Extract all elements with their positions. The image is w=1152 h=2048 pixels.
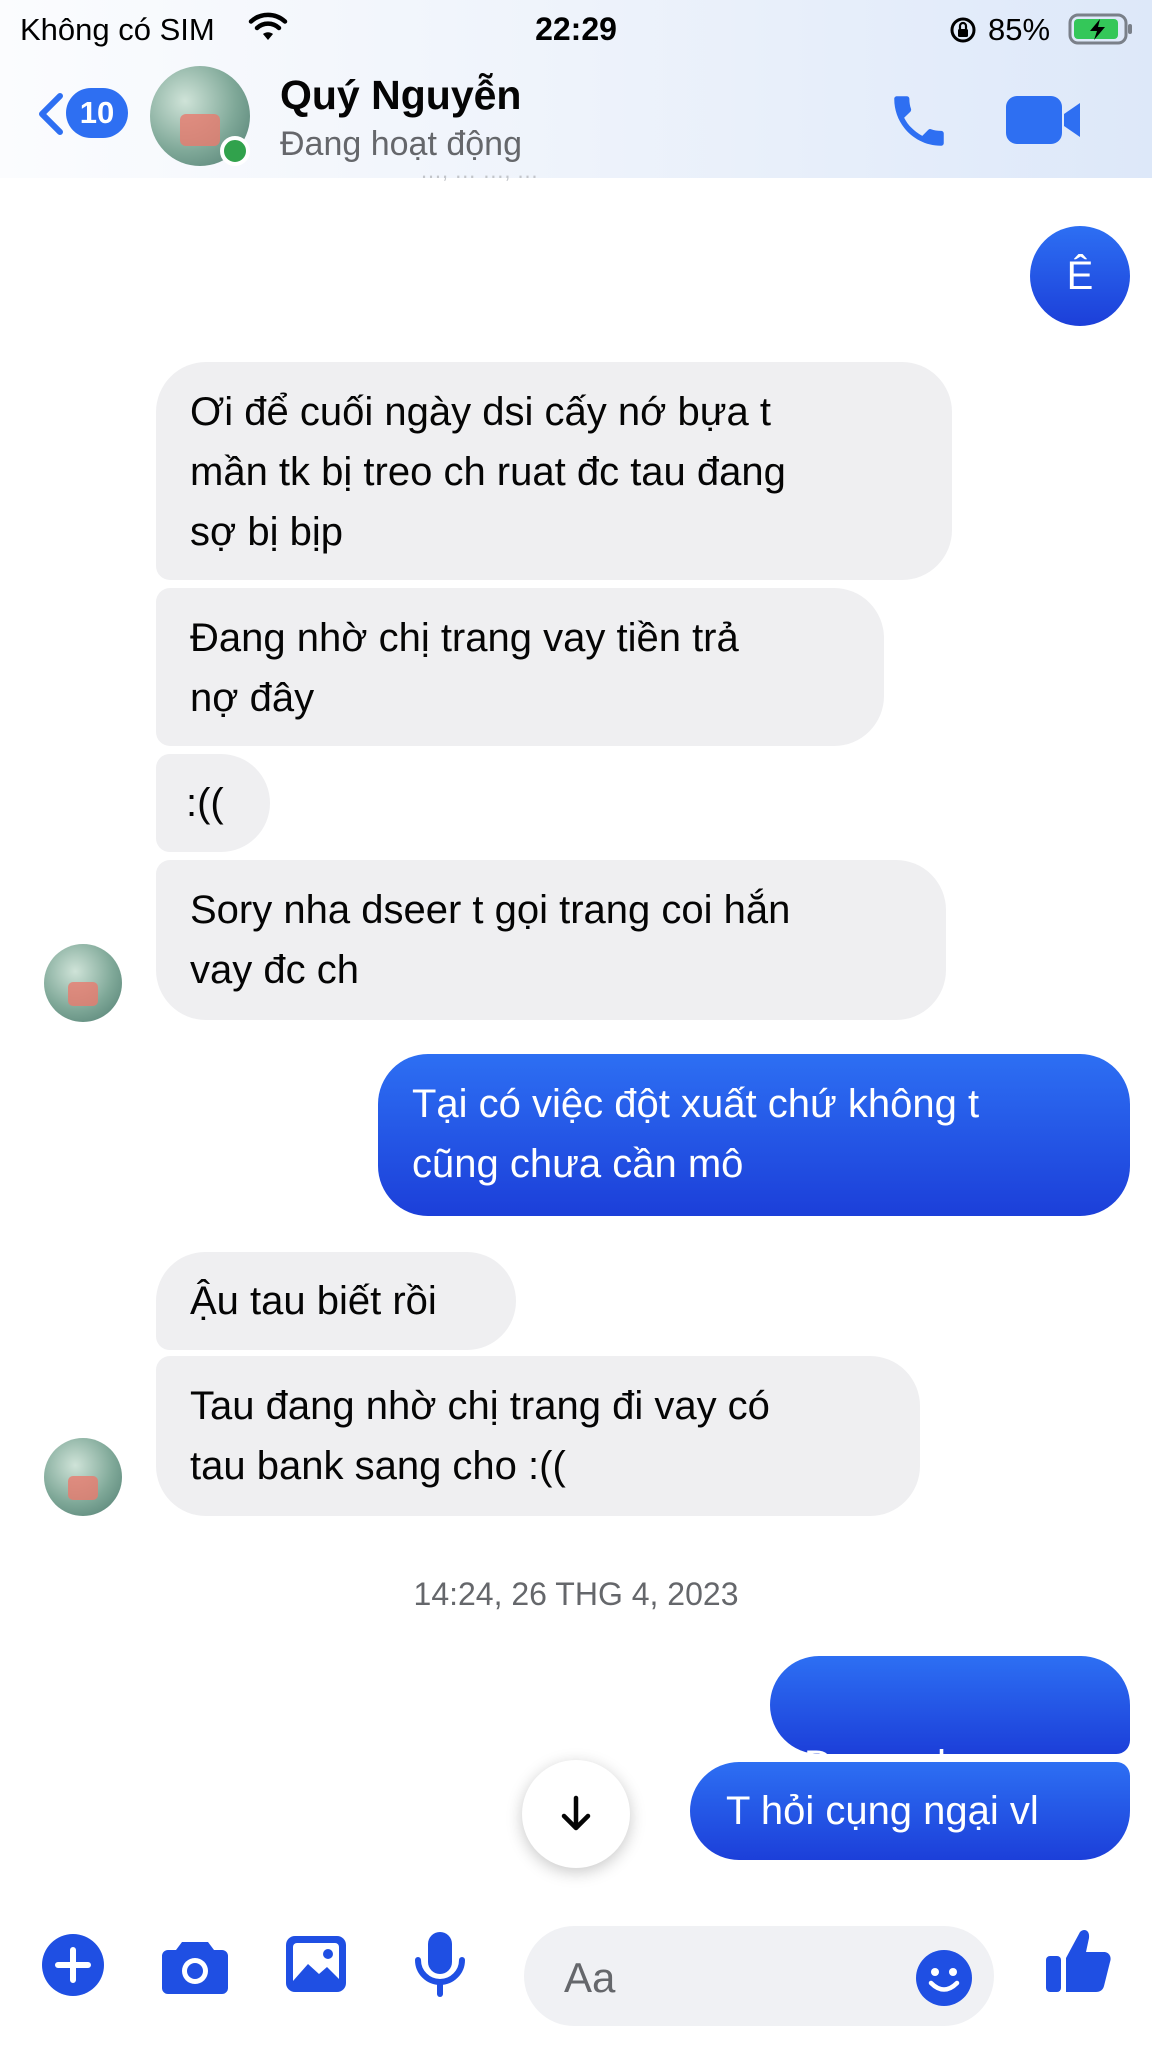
unread-count-badge: 10 (66, 88, 128, 138)
plus-icon[interactable] (40, 1932, 106, 2003)
conversation-header: Không có SIM 22:29 85% 10 Quý Nguyễn Đan… (0, 0, 1152, 183)
message-input[interactable]: Aa (524, 1926, 994, 2026)
clock: 22:29 (535, 11, 617, 47)
conversation-timestamp: 14:24, 26 THG 4, 2023 (413, 1576, 739, 1612)
message-bubble-outgoing[interactable]: Được chưa (770, 1656, 1130, 1845)
message-bubble-incoming[interactable]: :(( (156, 754, 270, 852)
message-composer: Aa (0, 1900, 1152, 2048)
emoji-icon[interactable] (914, 1948, 974, 2013)
battery-percent: 85% (988, 12, 1051, 47)
message-bubble-incoming[interactable]: Đang nhờ chị trang vay tiền trả nợ đây (156, 588, 884, 746)
sender-avatar[interactable] (44, 1438, 122, 1516)
scroll-to-bottom-button[interactable] (522, 1760, 630, 1868)
contact-status: Đang hoạt động (280, 125, 522, 163)
message-bubble-incoming[interactable]: Tau đang nhờ chị trang đi vay có tau ban… (156, 1356, 920, 1516)
message-input-placeholder: Aa (564, 1954, 616, 2001)
orientation-lock-icon (948, 15, 978, 50)
chevron-left-icon (39, 93, 63, 135)
status-bar: Không có SIM 22:29 85% (0, 0, 1152, 58)
contact-name[interactable]: Quý Nguyễn (280, 72, 521, 119)
video-camera-icon (1006, 96, 1080, 144)
voice-call-button[interactable] (886, 88, 952, 154)
camera-icon[interactable] (160, 1936, 230, 2001)
online-indicator (220, 136, 250, 166)
message-bubble-outgoing[interactable]: Tại có việc đột xuất chứ không t cũng ch… (378, 1054, 1130, 1216)
sender-avatar[interactable] (44, 944, 122, 1022)
message-bubble-incoming[interactable]: Sory nha dseer t gọi trang coi hắn vay đ… (156, 860, 946, 1020)
arrow-down-icon (561, 1795, 591, 1831)
message-bubble-outgoing[interactable]: T hỏi cụng ngại vl (690, 1762, 1130, 1860)
message-bubble-incoming[interactable]: Ơi để cuối ngày dsi cấy nớ bựa t mần tk … (156, 362, 952, 580)
battery-icon (1068, 13, 1134, 50)
message-bubble-outgoing[interactable]: Ê (1030, 226, 1130, 326)
microphone-icon[interactable] (412, 1930, 468, 2005)
phone-icon (894, 96, 944, 146)
back-button[interactable]: 10 (36, 88, 132, 146)
video-call-button[interactable] (1004, 92, 1084, 148)
message-bubble-incoming[interactable]: Ậu tau biết rồi (156, 1252, 516, 1350)
scrolled-text-fragment: …, … …, … (420, 170, 539, 183)
image-icon[interactable] (284, 1934, 348, 2001)
thumbs-up-icon[interactable] (1044, 1926, 1112, 2001)
